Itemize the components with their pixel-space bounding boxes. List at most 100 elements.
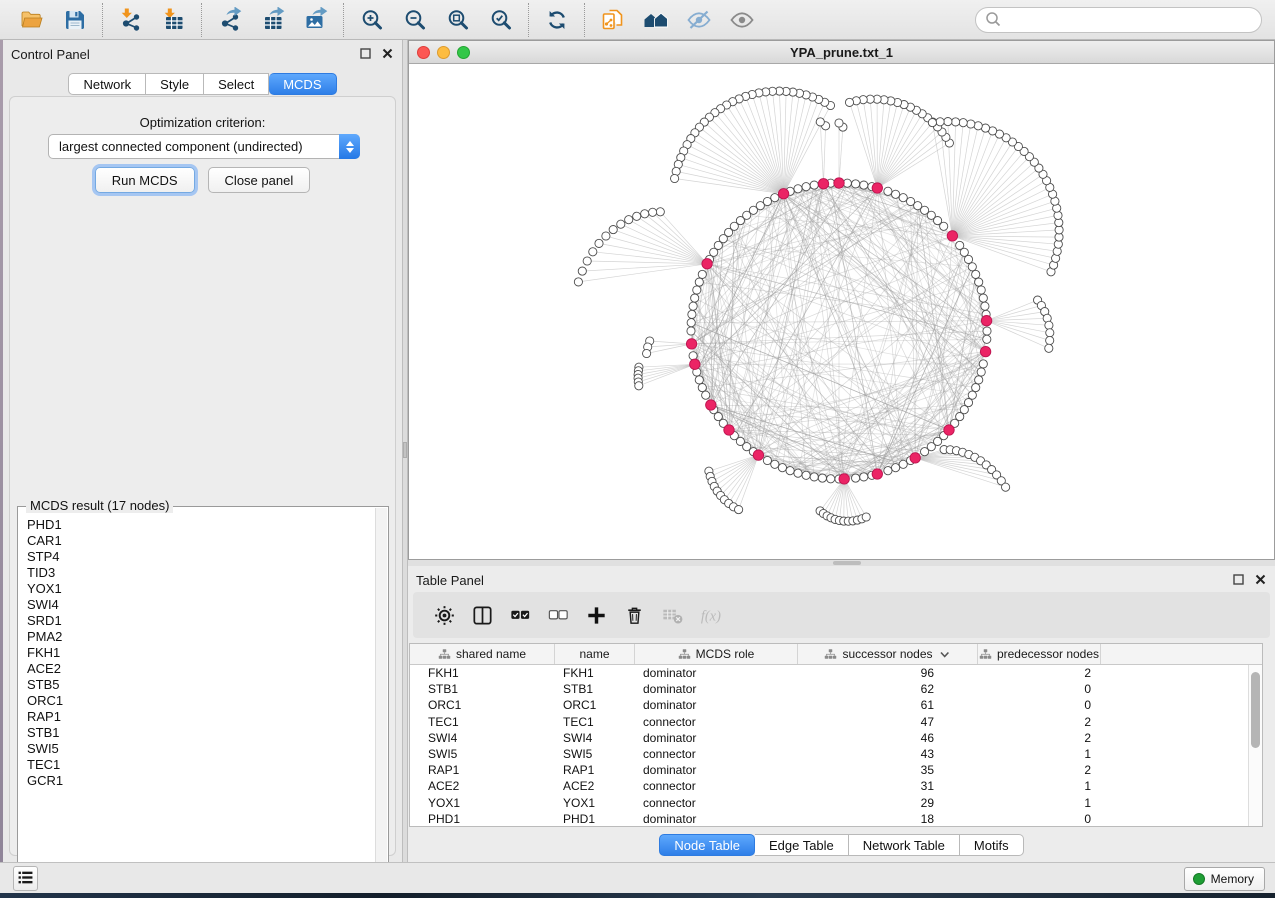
mcds-result-node[interactable]: PHD1 xyxy=(19,517,375,533)
cell-successor-nodes: 61 xyxy=(798,698,978,712)
search-box[interactable] xyxy=(975,7,1262,33)
column-header-name[interactable]: name xyxy=(555,644,635,664)
toolbar-separator xyxy=(343,3,344,37)
mcds-result-node[interactable]: SRD1 xyxy=(19,613,375,629)
table-row[interactable]: STB1STB1dominator620 xyxy=(410,681,1248,697)
mcds-result-node[interactable]: TEC1 xyxy=(19,757,375,773)
save-icon[interactable] xyxy=(61,6,88,33)
eye-icon[interactable] xyxy=(728,6,755,33)
add-row-icon[interactable] xyxy=(583,602,609,628)
cell-successor-nodes: 43 xyxy=(798,747,978,761)
table-toolbar: f(x) xyxy=(413,592,1270,638)
cell-predecessor-nodes: 1 xyxy=(978,779,1101,793)
delete-table-icon xyxy=(659,602,685,628)
mcds-result-node[interactable]: STB5 xyxy=(19,677,375,693)
mcds-result-list[interactable]: PHD1CAR1STP4TID3YOX1SWI4SRD1PMA2FKH1ACE2… xyxy=(19,517,375,876)
mcds-result-node[interactable]: ACE2 xyxy=(19,661,375,677)
delete-row-icon[interactable] xyxy=(621,602,647,628)
home-icon[interactable] xyxy=(642,6,669,33)
mcds-result-node[interactable]: RAP1 xyxy=(19,709,375,725)
toolbar-separator xyxy=(102,3,103,37)
table-row[interactable]: RAP1RAP1dominator352 xyxy=(410,762,1248,778)
tab-mcds[interactable]: MCDS xyxy=(269,73,336,95)
zoom-fit-icon[interactable] xyxy=(444,6,471,33)
zoom-in-icon[interactable] xyxy=(358,6,385,33)
float-panel-icon[interactable] xyxy=(359,47,372,63)
mcds-result-node[interactable]: YOX1 xyxy=(19,581,375,597)
column-label: predecessor nodes xyxy=(997,647,1099,661)
cell-mcds-role: dominator xyxy=(635,812,798,826)
cell-mcds-role: connector xyxy=(635,715,798,729)
table-row[interactable]: YOX1YOX1connector291 xyxy=(410,795,1248,811)
mcds-result-node[interactable]: PMA2 xyxy=(19,629,375,645)
table-row[interactable]: PHD1PHD1dominator180 xyxy=(410,811,1248,826)
tab-node-table[interactable]: Node Table xyxy=(659,834,755,856)
run-mcds-button[interactable]: Run MCDS xyxy=(95,167,195,193)
import-network-icon[interactable] xyxy=(117,6,144,33)
table-row[interactable]: TEC1TEC1connector472 xyxy=(410,714,1248,730)
refresh-icon[interactable] xyxy=(543,6,570,33)
search-input[interactable] xyxy=(1002,10,1261,30)
eye-slash-icon[interactable] xyxy=(685,6,712,33)
task-history-button[interactable] xyxy=(13,866,38,891)
zoom-selected-icon[interactable] xyxy=(487,6,514,33)
column-header-predecessor-nodes[interactable]: predecessor nodes xyxy=(978,644,1101,664)
tab-network-table[interactable]: Network Table xyxy=(849,834,960,856)
scrollbar-thumb[interactable] xyxy=(1251,672,1260,748)
mcds-result-node[interactable]: FKH1 xyxy=(19,645,375,661)
cell-successor-nodes: 96 xyxy=(798,666,978,680)
import-table-icon[interactable] xyxy=(160,6,187,33)
mcds-result-node[interactable]: SWI4 xyxy=(19,597,375,613)
export-table-icon[interactable] xyxy=(259,6,286,33)
optimization-criterion-label: Optimization criterion: xyxy=(10,115,395,130)
splitter-grip[interactable] xyxy=(403,442,407,458)
table-row[interactable]: FKH1FKH1dominator962 xyxy=(410,665,1248,681)
zoom-out-icon[interactable] xyxy=(401,6,428,33)
mcds-result-node[interactable]: GCR1 xyxy=(19,773,375,789)
mcds-result-node[interactable]: TID3 xyxy=(19,565,375,581)
column-label: successor nodes xyxy=(842,647,932,661)
close-panel-icon[interactable] xyxy=(1254,573,1267,589)
mcds-result-scrollbar[interactable] xyxy=(375,508,387,876)
tab-motifs[interactable]: Motifs xyxy=(960,834,1024,856)
mcds-result-node[interactable]: STB1 xyxy=(19,725,375,741)
network-canvas[interactable] xyxy=(409,64,1274,559)
tab-network[interactable]: Network xyxy=(68,73,146,95)
function-builder-icon: f(x) xyxy=(697,602,723,628)
table-row[interactable]: ACE2ACE2connector311 xyxy=(410,778,1248,794)
float-panel-icon[interactable] xyxy=(1232,573,1245,589)
mcds-result-node[interactable]: CAR1 xyxy=(19,533,375,549)
column-header-mcds-role[interactable]: MCDS role xyxy=(635,644,798,664)
table-row[interactable]: SWI5SWI5connector431 xyxy=(410,746,1248,762)
network-window-title: YPA_prune.txt_1 xyxy=(409,45,1274,60)
column-header-successor-nodes[interactable]: successor nodes xyxy=(798,644,978,664)
column-header-shared-name[interactable]: shared name xyxy=(410,644,555,664)
copy-style-icon[interactable] xyxy=(599,6,626,33)
mcds-result-node[interactable]: STP4 xyxy=(19,549,375,565)
mcds-result-node[interactable]: ORC1 xyxy=(19,693,375,709)
open-folder-icon[interactable] xyxy=(18,6,45,33)
table-row[interactable]: SWI4SWI4dominator462 xyxy=(410,730,1248,746)
splitter-grip[interactable] xyxy=(833,561,861,565)
table-scrollbar[interactable] xyxy=(1248,665,1262,826)
tab-style[interactable]: Style xyxy=(146,73,204,95)
table-row[interactable]: ORC1ORC1dominator610 xyxy=(410,697,1248,713)
close-panel-button[interactable]: Close panel xyxy=(208,167,311,193)
cell-shared-name: YOX1 xyxy=(410,796,555,810)
network-window-titlebar[interactable]: YPA_prune.txt_1 xyxy=(409,41,1274,64)
columns-icon[interactable] xyxy=(469,602,495,628)
close-panel-icon[interactable] xyxy=(381,47,394,63)
gear-icon[interactable] xyxy=(431,602,457,628)
export-image-icon[interactable] xyxy=(302,6,329,33)
memory-button[interactable]: Memory xyxy=(1184,867,1265,891)
control-panel: Control Panel NetworkStyleSelectMCDS Opt… xyxy=(3,40,402,862)
optimization-criterion-select[interactable]: largest connected component (undirected) xyxy=(48,134,360,159)
tab-edge-table[interactable]: Edge Table xyxy=(755,834,849,856)
network-graph[interactable] xyxy=(409,64,1274,559)
cell-mcds-role: connector xyxy=(635,747,798,761)
deselect-all-icon[interactable] xyxy=(545,602,571,628)
export-network-icon[interactable] xyxy=(216,6,243,33)
mcds-result-node[interactable]: SWI5 xyxy=(19,741,375,757)
select-all-icon[interactable] xyxy=(507,602,533,628)
tab-select[interactable]: Select xyxy=(204,73,269,95)
